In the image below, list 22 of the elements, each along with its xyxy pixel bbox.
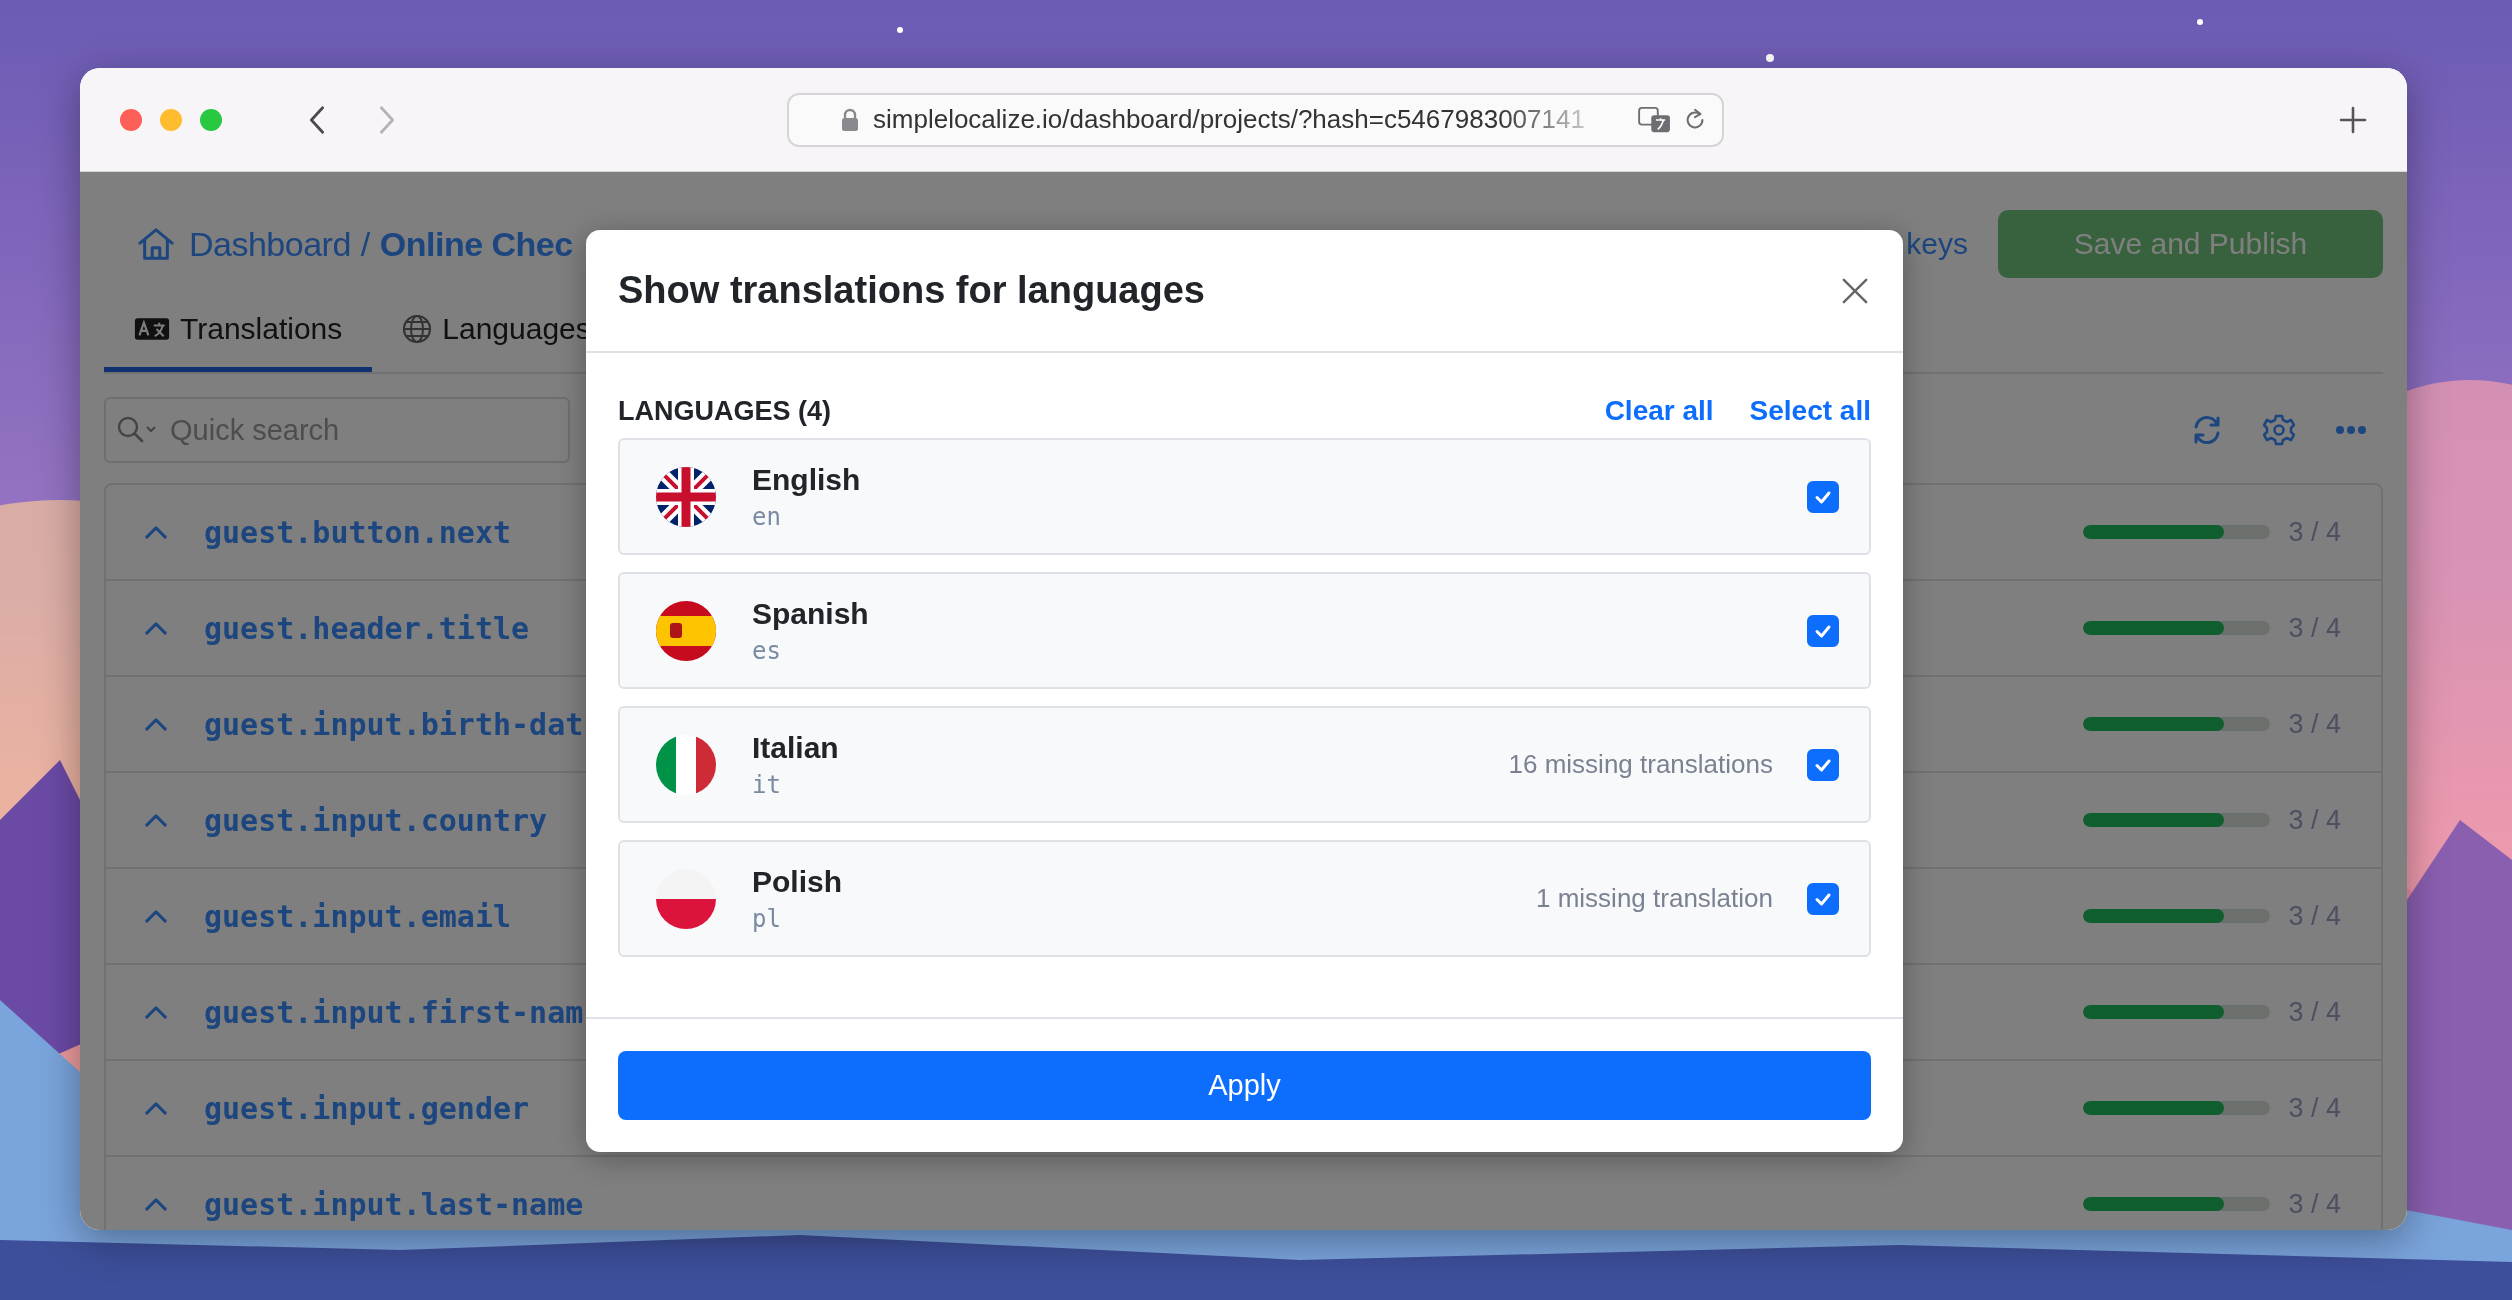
missing-count: 16 missing translations — [1508, 749, 1773, 780]
language-code: pl — [752, 904, 782, 933]
language-name: Spanish — [752, 596, 869, 631]
language-code: it — [752, 770, 782, 799]
translation-key: guest.input.gender — [204, 1090, 530, 1126]
translation-key: guest.button.next — [204, 514, 512, 550]
language-name: Italian — [752, 730, 839, 765]
translation-key: guest.input.country — [204, 802, 548, 838]
missing-count: 1 missing translation — [1536, 883, 1773, 914]
language-name: Polish — [752, 864, 842, 899]
translation-key: guest.input.birth-dat — [204, 706, 584, 742]
translation-key: guest.input.email — [204, 898, 512, 934]
url-text: simplelocalize.io/dashboard/projects/?hash=c5467983007141 — [873, 104, 1585, 135]
translation-key: guest.header.title — [204, 610, 530, 646]
language-code: es — [752, 636, 782, 665]
translation-key: guest.input.last-name — [204, 1186, 584, 1222]
language-code: en — [752, 502, 782, 531]
language-name: English — [752, 462, 861, 497]
dialog-title: Show translations for languages — [618, 269, 1205, 312]
translation-key: guest.input.first-nam — [204, 994, 584, 1030]
breadcrumb-separator: / — [360, 224, 370, 264]
section-label: LANGUAGES (4) — [618, 395, 831, 427]
